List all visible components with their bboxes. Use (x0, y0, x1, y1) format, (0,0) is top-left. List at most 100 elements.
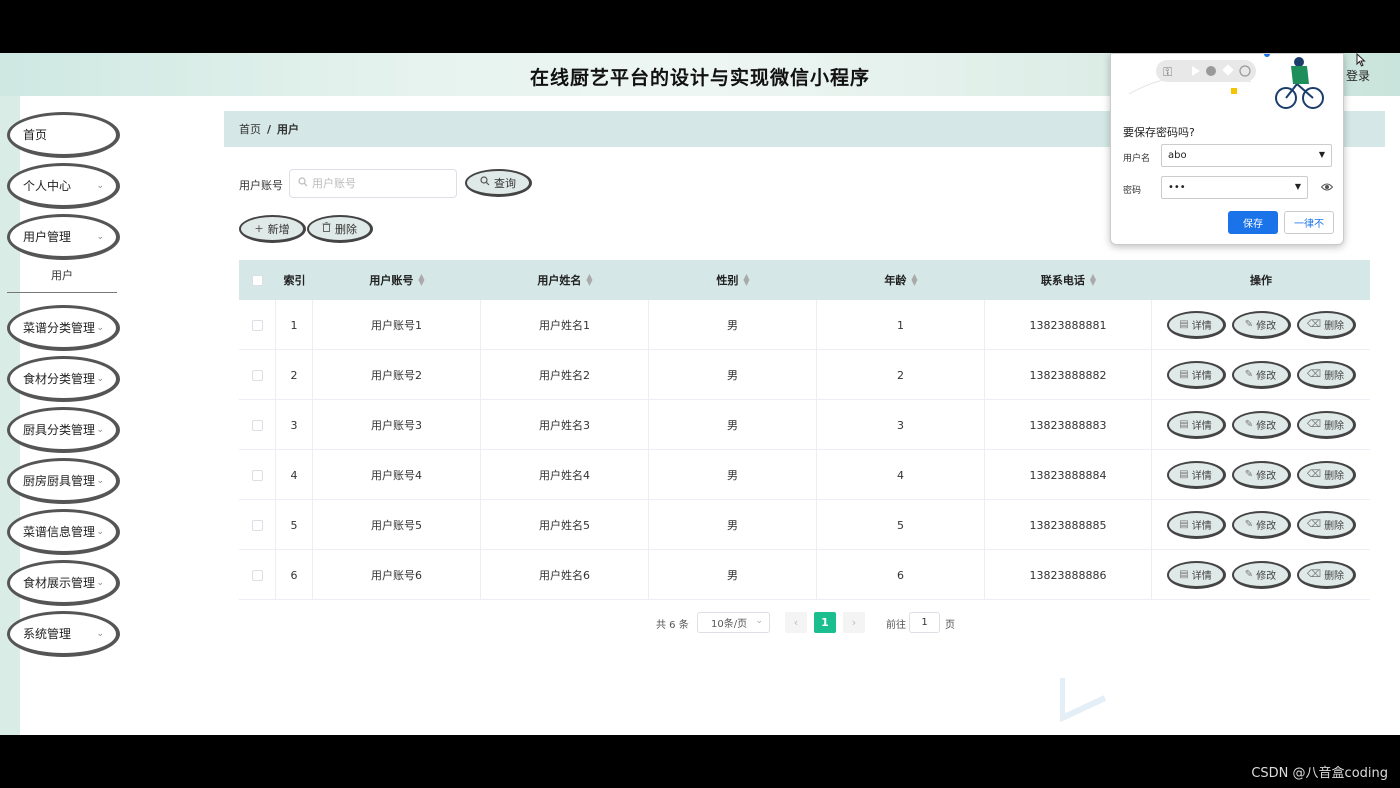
search-button-label: 查询 (494, 176, 516, 190)
document-icon: ▤ (1179, 569, 1189, 580)
sidebar-item[interactable]: 厨具分类管理 ⌄ (7, 407, 120, 453)
search-field[interactable] (289, 169, 457, 198)
password-label: 密码 (1123, 186, 1142, 196)
row-edit-button[interactable]: ✎ 修改 (1231, 411, 1291, 439)
row-checkbox[interactable] (251, 419, 263, 431)
goto-page-input[interactable]: 1 (909, 612, 940, 633)
row-checkbox[interactable] (251, 469, 263, 481)
row-edit-button[interactable]: ✎ 修改 (1231, 511, 1291, 539)
row-delete-button[interactable]: ⌫ 删除 (1296, 311, 1356, 339)
column-header-age[interactable]: 年龄 ▲ ▼ (817, 260, 985, 300)
sort-icon[interactable]: ▲ ▼ (1090, 273, 1096, 287)
cell-name: 用户姓名2 (481, 350, 649, 400)
sidebar-item[interactable]: 食材分类管理 ⌄ (7, 356, 120, 402)
cell-phone: 13823888882 (985, 350, 1152, 400)
submenu-item-user[interactable]: 用户 (7, 263, 117, 293)
password-select[interactable]: ••• ▼ (1161, 176, 1308, 199)
cell-name: 用户姓名6 (481, 550, 649, 600)
add-button[interactable]: + 新增 (239, 215, 306, 243)
sort-icon[interactable]: ▲ ▼ (418, 273, 424, 287)
column-header-phone[interactable]: 联系电话 ▲ ▼ (985, 260, 1152, 300)
sidebar-item-label: 食材分类管理 (23, 372, 96, 386)
save-password-button[interactable]: 保存 (1228, 211, 1278, 234)
row-delete-label: 删除 (1324, 471, 1345, 482)
cell-index: 4 (276, 450, 313, 500)
row-edit-button[interactable]: ✎ 修改 (1231, 561, 1291, 589)
pencil-icon: ✎ (1244, 369, 1254, 380)
row-delete-button[interactable]: ⌫ 删除 (1296, 461, 1356, 489)
sort-icon[interactable]: ▲ ▼ (586, 273, 592, 287)
row-delete-button[interactable]: ⌫ 删除 (1296, 361, 1356, 389)
column-header-gender[interactable]: 性别 ▲ ▼ (649, 260, 817, 300)
cell-account: 用户账号1 (313, 300, 481, 350)
sidebar-item[interactable]: 厨房厨具管理 ⌄ (7, 458, 120, 504)
row-checkbox[interactable] (251, 569, 263, 581)
search-button[interactable]: 查询 (465, 169, 532, 197)
cell-index: 1 (276, 300, 313, 350)
sidebar-item[interactable]: 首页 (7, 112, 120, 158)
cell-gender: 男 (649, 350, 817, 400)
logo-watermark-icon (1060, 678, 1107, 723)
sidebar-item[interactable]: 食材展示管理 ⌄ (7, 560, 120, 606)
row-detail-button[interactable]: ▤ 详情 (1166, 561, 1226, 589)
breadcrumb-home[interactable]: 首页 (239, 121, 261, 137)
row-detail-button[interactable]: ▤ 详情 (1166, 511, 1226, 539)
row-detail-button[interactable]: ▤ 详情 (1166, 461, 1226, 489)
next-page-button[interactable]: › (843, 612, 865, 633)
column-header-account[interactable]: 用户账号 ▲ ▼ (313, 260, 481, 300)
row-checkbox[interactable] (251, 519, 263, 531)
row-edit-button[interactable]: ✎ 修改 (1231, 461, 1291, 489)
username-label: 用户名 (1123, 154, 1151, 164)
document-icon: ▤ (1179, 519, 1189, 530)
row-edit-label: 修改 (1256, 521, 1277, 532)
cell-age: 3 (817, 400, 985, 450)
select-all-cell (239, 260, 276, 300)
app-window: 在线厨艺平台的设计与实现微信小程序 登录 首页 个人中心 ⌄ 用户管理 ⌄ 菜谱分类管理 ⌄… (0, 53, 1400, 735)
sidebar-item[interactable]: 用户管理 ⌄ (7, 214, 120, 260)
username-select[interactable]: abo ▼ (1161, 144, 1332, 167)
page-number-current[interactable]: 1 (814, 612, 836, 633)
prev-page-button[interactable]: ‹ (785, 612, 807, 633)
sort-icon[interactable]: ▲ ▼ (911, 273, 917, 287)
row-delete-button[interactable]: ⌫ 删除 (1296, 561, 1356, 589)
sidebar-item[interactable]: 菜谱分类管理 ⌄ (7, 305, 120, 351)
svg-text:⚿: ⚿ (1163, 65, 1172, 79)
caret-down-icon: ▼ (1318, 150, 1325, 159)
search-input[interactable] (312, 177, 442, 190)
row-detail-label: 详情 (1191, 471, 1212, 482)
sidebar-item[interactable]: 个人中心 ⌄ (7, 163, 120, 209)
chevron-down-icon: ⌄ (96, 323, 104, 333)
never-save-button[interactable]: 一律不 (1284, 211, 1334, 234)
save-password-dialog: ⚿ 要保存密码吗? 用户名 abo ▼ 密码 ••• ▼ 保存 一律不 (1110, 53, 1344, 245)
row-edit-button[interactable]: ✎ 修改 (1231, 361, 1291, 389)
column-header-age-label: 年龄 (884, 274, 907, 287)
row-select-cell (239, 400, 276, 450)
trash-icon: ⌫ (1306, 419, 1322, 430)
cell-account: 用户账号4 (313, 450, 481, 500)
page-size-select[interactable]: 10条/页 ⌄ (697, 612, 770, 633)
sidebar-item[interactable]: 菜谱信息管理 ⌄ (7, 509, 120, 555)
eye-icon[interactable] (1320, 182, 1334, 195)
column-header-name[interactable]: 用户姓名 ▲ ▼ (481, 260, 649, 300)
row-edit-button[interactable]: ✎ 修改 (1231, 311, 1291, 339)
row-delete-button[interactable]: ⌫ 删除 (1296, 511, 1356, 539)
sidebar-item[interactable]: 系统管理 ⌄ (7, 611, 120, 657)
row-delete-button[interactable]: ⌫ 删除 (1296, 411, 1356, 439)
pencil-icon: ✎ (1244, 469, 1254, 480)
row-detail-button[interactable]: ▤ 详情 (1166, 411, 1226, 439)
select-all-checkbox[interactable] (252, 274, 263, 286)
page-suffix: 页 (945, 620, 955, 631)
sort-icon[interactable]: ▲ ▼ (743, 273, 749, 287)
column-header-phone-label: 联系电话 (1040, 274, 1085, 287)
table-header: 索引 用户账号 ▲ ▼ 用户姓名 ▲ ▼ 性别 ▲ ▼ 年龄 ▲ ▼ 联系电话 ▲ ▼ 操作 (239, 260, 1370, 300)
row-detail-button[interactable]: ▤ 详情 (1166, 361, 1226, 389)
cell-index: 6 (276, 550, 313, 600)
row-detail-label: 详情 (1191, 521, 1212, 532)
row-detail-button[interactable]: ▤ 详情 (1166, 311, 1226, 339)
cell-index: 5 (276, 500, 313, 550)
row-checkbox[interactable] (251, 319, 263, 331)
row-checkbox[interactable] (251, 369, 263, 381)
sidebar-item-label: 首页 (23, 128, 48, 142)
goto-label: 前往 (886, 620, 906, 631)
batch-delete-button[interactable]: 删除 (307, 215, 373, 243)
